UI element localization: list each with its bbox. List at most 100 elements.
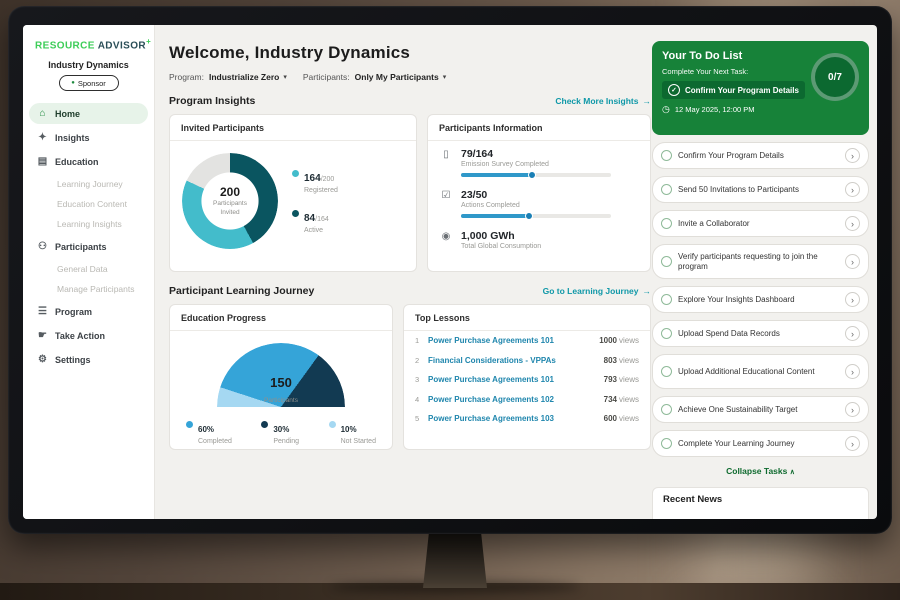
program-filter: Program: Industrialize Zero ▾ bbox=[169, 72, 287, 82]
logo-resource: RESOURCE bbox=[35, 40, 95, 51]
participants-information-card: Participants Information ▯ 79/164 Emissi… bbox=[427, 114, 651, 272]
go-to-learning-journey-link[interactable]: Go to Learning Journey → bbox=[543, 286, 651, 296]
lesson-link[interactable]: Power Purchase Agreements 102 bbox=[428, 395, 604, 404]
task-checkbox[interactable] bbox=[661, 294, 672, 305]
due-date: 12 May 2025, 12:00 PM bbox=[675, 105, 755, 114]
background-wall: RESOURCE ADVISOR+ Industry Dynamics ● Sp… bbox=[0, 0, 900, 600]
legend-item-pending: 30% Pending bbox=[261, 419, 299, 445]
sidebar-item-home[interactable]: ⌂ Home bbox=[29, 103, 148, 124]
lesson-views-unit: views bbox=[619, 414, 639, 423]
learning-cards-row: Education Progress 150 Participants bbox=[169, 304, 651, 450]
sidebar-item-manage-participants[interactable]: Manage Participants bbox=[29, 280, 148, 298]
lesson-views-unit: views bbox=[619, 336, 639, 345]
lesson-rank: 5 bbox=[415, 414, 428, 423]
todo-panel: Your To Do List Complete Your Next Task:… bbox=[652, 25, 869, 519]
gauge-center-value: 150 bbox=[217, 376, 345, 389]
clock-icon: ◷ bbox=[662, 105, 670, 114]
todo-item[interactable]: Complete Your Learning Journey › bbox=[652, 430, 869, 457]
task-label: Upload Additional Educational Content bbox=[678, 367, 839, 377]
lesson-row: 2 Financial Considerations - VPPAs 803vi… bbox=[404, 351, 650, 371]
lesson-views-count: 600 bbox=[604, 414, 617, 423]
chevron-right-icon[interactable]: › bbox=[845, 216, 860, 231]
card-title: Top Lessons bbox=[404, 305, 650, 331]
task-checkbox[interactable] bbox=[661, 256, 672, 267]
sidebar-item-education[interactable]: ▤ Education bbox=[29, 151, 148, 172]
legend-item-registered: 164/200 Registered bbox=[292, 168, 338, 194]
collapse-tasks-button[interactable]: Collapse Tasks ∧ bbox=[652, 466, 869, 476]
task-checkbox[interactable] bbox=[661, 404, 672, 415]
sidebar-item-label: Manage Participants bbox=[57, 284, 135, 294]
lesson-link[interactable]: Power Purchase Agreements 101 bbox=[428, 375, 604, 384]
clipboard-icon: ▯ bbox=[440, 149, 452, 160]
lesson-link[interactable]: Power Purchase Agreements 101 bbox=[428, 336, 599, 345]
sidebar-item-education-content[interactable]: Education Content bbox=[29, 195, 148, 213]
lesson-views-count: 803 bbox=[604, 356, 617, 365]
sidebar-item-program[interactable]: ☰ Program bbox=[29, 301, 148, 322]
todo-item[interactable]: Confirm Your Program Details › bbox=[652, 142, 869, 169]
lesson-views-count: 793 bbox=[604, 375, 617, 384]
chevron-right-icon[interactable]: › bbox=[845, 402, 860, 417]
insights-icon: ✦ bbox=[37, 133, 48, 143]
check-more-insights-link[interactable]: Check More Insights → bbox=[555, 96, 651, 106]
participants-select[interactable]: Only My Participants ▾ bbox=[355, 72, 447, 82]
chevron-right-icon[interactable]: › bbox=[845, 364, 860, 379]
task-checkbox[interactable] bbox=[661, 438, 672, 449]
program-select-value: Industrialize Zero bbox=[209, 72, 279, 82]
stat-label: Actions Completed bbox=[461, 202, 611, 209]
chevron-right-icon[interactable]: › bbox=[845, 148, 860, 163]
stat-emission-survey: ▯ 79/164 Emission Survey Completed bbox=[428, 141, 650, 182]
chevron-right-icon[interactable]: › bbox=[845, 326, 860, 341]
link-label: Go to Learning Journey bbox=[543, 286, 639, 296]
recent-news-title: Recent News bbox=[663, 494, 858, 505]
sidebar-item-learning-insights[interactable]: Learning Insights bbox=[29, 215, 148, 233]
lesson-views: 600views bbox=[604, 414, 639, 423]
invited-donut-chart: 200 Participants Invited bbox=[182, 153, 278, 249]
task-checkbox[interactable] bbox=[661, 150, 672, 161]
todo-item[interactable]: Achieve One Sustainability Target › bbox=[652, 396, 869, 423]
todo-progress-count: 0/7 bbox=[828, 72, 842, 83]
chevron-right-icon[interactable]: › bbox=[845, 292, 860, 307]
todo-item[interactable]: Verify participants requesting to join t… bbox=[652, 244, 869, 279]
card-title: Education Progress bbox=[170, 305, 392, 331]
sidebar-item-label: Learning Journey bbox=[57, 179, 123, 189]
stat-label: Total Global Consumption bbox=[461, 243, 541, 250]
lesson-link[interactable]: Power Purchase Agreements 103 bbox=[428, 414, 604, 423]
settings-icon: ⚙ bbox=[37, 355, 48, 365]
lesson-link[interactable]: Financial Considerations - VPPAs bbox=[428, 356, 604, 365]
program-select[interactable]: Industrialize Zero ▾ bbox=[209, 72, 287, 82]
monitor-stand bbox=[423, 528, 487, 588]
task-label: Achieve One Sustainability Target bbox=[678, 405, 839, 415]
task-checkbox[interactable] bbox=[661, 218, 672, 229]
sidebar-item-learning-journey[interactable]: Learning Journey bbox=[29, 175, 148, 193]
education-legend: 60% Completed 30% Pending bbox=[170, 419, 392, 445]
stat-global-consumption: ◉ 1,000 GWh Total Global Consumption bbox=[428, 223, 650, 255]
next-task-banner[interactable]: ✓ Confirm Your Program Details bbox=[662, 81, 805, 99]
stat-value: 79/164 bbox=[461, 148, 611, 160]
todo-item[interactable]: Upload Additional Educational Content › bbox=[652, 354, 869, 389]
lesson-views: 793views bbox=[604, 375, 639, 384]
lesson-views-count: 1000 bbox=[599, 336, 617, 345]
sponsor-badge[interactable]: ● Sponsor bbox=[59, 75, 119, 91]
todo-item[interactable]: Upload Spend Data Records › bbox=[652, 320, 869, 347]
chevron-right-icon[interactable]: › bbox=[845, 436, 860, 451]
task-checkbox[interactable] bbox=[661, 184, 672, 195]
participants-filter: Participants: Only My Participants ▾ bbox=[303, 72, 446, 82]
sidebar-item-label: Education Content bbox=[57, 199, 127, 209]
lesson-row: 3 Power Purchase Agreements 101 793views bbox=[404, 370, 650, 390]
sidebar-item-label: Learning Insights bbox=[57, 219, 122, 229]
task-checkbox[interactable] bbox=[661, 366, 672, 377]
card-title: Participants Information bbox=[428, 115, 650, 141]
sidebar-item-participants[interactable]: ⚇ Participants bbox=[29, 236, 148, 257]
chevron-right-icon[interactable]: › bbox=[845, 182, 860, 197]
sidebar-item-settings[interactable]: ⚙ Settings bbox=[29, 349, 148, 370]
todo-item[interactable]: Explore Your Insights Dashboard › bbox=[652, 286, 869, 313]
sidebar-item-take-action[interactable]: ☛ Take Action bbox=[29, 325, 148, 346]
sidebar-item-insights[interactable]: ✦ Insights bbox=[29, 127, 148, 148]
task-label: Verify participants requesting to join t… bbox=[678, 252, 839, 271]
chevron-right-icon[interactable]: › bbox=[845, 254, 860, 269]
todo-item[interactable]: Invite a Collaborator › bbox=[652, 210, 869, 237]
sidebar-item-general-data[interactable]: General Data bbox=[29, 260, 148, 278]
task-checkbox[interactable] bbox=[661, 328, 672, 339]
todo-item[interactable]: Send 50 Invitations to Participants › bbox=[652, 176, 869, 203]
sidebar-item-label: General Data bbox=[57, 264, 108, 274]
